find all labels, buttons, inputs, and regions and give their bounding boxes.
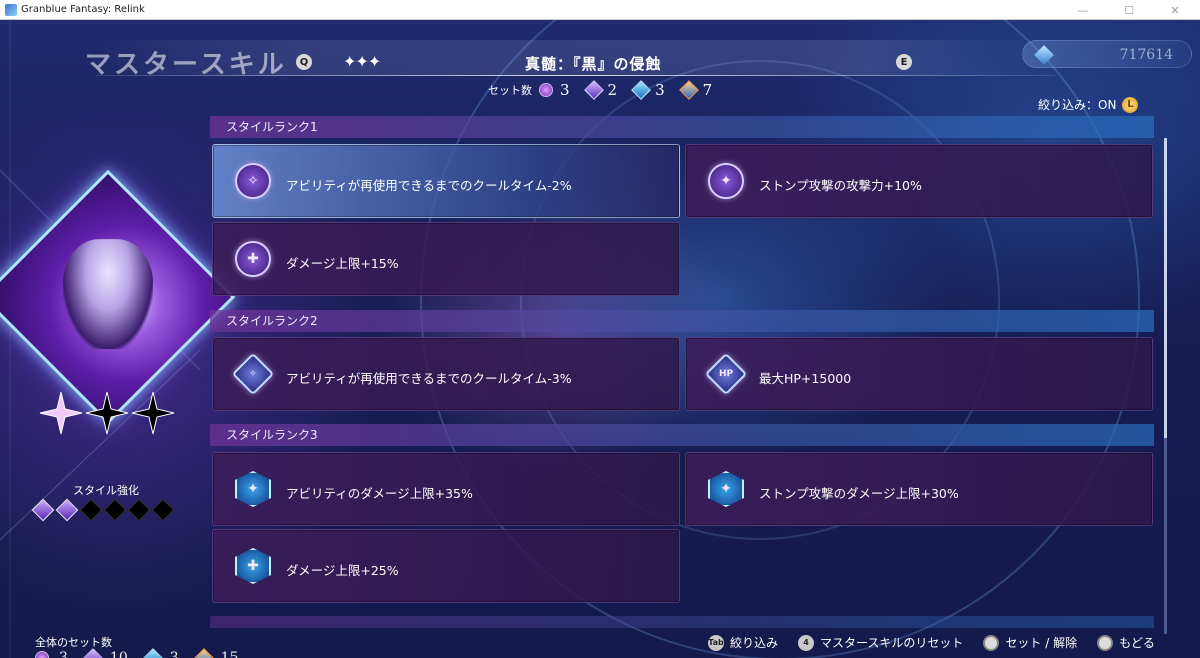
- rank-header: スタイルランク3: [210, 424, 1154, 446]
- filter-key-icon: L: [1122, 96, 1139, 113]
- damage-cap-icon: ✚: [233, 546, 273, 586]
- back-button-label: もどる: [1119, 636, 1155, 650]
- next-key-hint[interactable]: E: [896, 54, 912, 70]
- rank-header-partial: [210, 616, 1154, 628]
- filter-button[interactable]: Tab 絞り込み: [708, 634, 778, 651]
- blue-gem-icon: [631, 80, 651, 100]
- set-toggle-button[interactable]: セット / 解除: [983, 634, 1077, 651]
- reset-button[interactable]: 4 マスタースキルのリセット: [798, 634, 963, 651]
- key-4-icon: 4: [798, 634, 815, 651]
- scrollbar-thumb[interactable]: [1164, 138, 1167, 438]
- set-count-value: 3: [560, 81, 570, 99]
- damage-cap-icon: ✚: [233, 239, 273, 279]
- rank-header: スタイルランク2: [210, 310, 1154, 332]
- mouse-left-icon: [983, 634, 1000, 651]
- skill-card[interactable]: HP 最大HP+15000: [685, 337, 1153, 411]
- star-empty-icon: [131, 391, 175, 435]
- style-gem-icon: [55, 498, 79, 522]
- star-empty-icon: [85, 391, 129, 435]
- orb-icon: [539, 83, 553, 97]
- style-rank-stars: [38, 390, 176, 436]
- star-filled-icon: [39, 391, 83, 435]
- orb-icon: [35, 651, 49, 658]
- rank-header: スタイルランク1: [210, 116, 1154, 138]
- filter-button-label: 絞り込み: [730, 636, 779, 650]
- ability-damage-cap-icon: ✦: [233, 469, 273, 509]
- master-skill-name: 真髄：『黒』の侵蝕: [525, 55, 662, 73]
- skill-label: ダメージ上限+15%: [286, 256, 399, 271]
- skill-card[interactable]: ✚ ダメージ上限+25%: [212, 529, 680, 603]
- app-icon: [5, 3, 17, 16]
- skill-label: アビリティのダメージ上限+35%: [286, 486, 473, 501]
- skill-label: ストンプ攻撃の攻撃力+10%: [759, 178, 922, 193]
- stomp-attack-icon: ✦: [706, 161, 746, 201]
- page-title: マスタースキル: [85, 50, 287, 80]
- character-figure: [63, 239, 153, 350]
- set-count-value: 7: [702, 81, 713, 99]
- scrollbar[interactable]: [1164, 138, 1167, 634]
- mouse-right-icon: [1097, 634, 1114, 651]
- orange-gem-icon: [678, 80, 699, 100]
- set-count-value: 2: [607, 81, 618, 99]
- skill-card[interactable]: ✧ アビリティが再使用できるまでのクールタイム-2%: [212, 144, 680, 218]
- ability-cooldown-icon: ✧: [233, 161, 273, 201]
- set-count-value: 3: [655, 81, 665, 99]
- overall-value: 3: [169, 650, 179, 658]
- overall-value: 3: [59, 650, 68, 658]
- style-enhance-gems: [31, 498, 175, 522]
- set-count-label: セット数: [488, 84, 532, 97]
- skill-label: 最大HP+15000: [759, 371, 852, 386]
- orange-gem-icon: [193, 648, 214, 658]
- tab-key-icon: Tab: [708, 634, 724, 651]
- skill-card[interactable]: ✦ ストンプ攻撃の攻撃力+10%: [685, 144, 1153, 218]
- skill-card[interactable]: ✧ アビリティが再使用できるまでのクールタイム-3%: [212, 337, 680, 411]
- maximize-button[interactable]: ☐: [1106, 0, 1152, 20]
- footer-controls: Tab 絞り込み 4 マスタースキルのリセット セット / 解除 もどる: [708, 634, 1169, 651]
- prev-key-hint[interactable]: Q: [296, 54, 312, 70]
- overall-set-count-label: 全体のセット数: [35, 636, 112, 649]
- currency-display: 717614: [1022, 40, 1192, 68]
- skill-list[interactable]: スタイルランク1 ✧ アビリティが再使用できるまでのクールタイム-2% ✦ スト…: [210, 116, 1154, 628]
- reset-button-label: マスタースキルのリセット: [820, 636, 964, 650]
- set-count-row: セット数 3 2 3 7: [488, 80, 722, 100]
- skill-label: ダメージ上限+25%: [286, 563, 399, 578]
- currency-value: 717614: [1119, 47, 1173, 63]
- set-toggle-label: セット / 解除: [1005, 636, 1078, 650]
- style-gem-icon: [31, 498, 55, 522]
- close-button[interactable]: ✕: [1152, 0, 1198, 20]
- skill-label: アビリティが再使用できるまでのクールタイム-3%: [286, 371, 572, 386]
- stomp-damage-cap-icon: ✦: [706, 469, 746, 509]
- skill-label: アビリティが再使用できるまでのクールタイム-2%: [286, 178, 572, 193]
- purple-gem-icon: [83, 648, 103, 658]
- window-title: Granblue Fantasy: Relink: [21, 4, 145, 15]
- rarity-stars-icon: ✦✦✦: [343, 52, 381, 71]
- game-screen: マスタースキル Q ✦✦✦ 真髄：『黒』の侵蝕 E 717614 セット数 3 …: [0, 20, 1200, 658]
- style-enhance-label: スタイル強化: [73, 484, 139, 497]
- skill-card[interactable]: ✦ アビリティのダメージ上限+35%: [212, 452, 680, 526]
- overall-value: 10: [109, 650, 128, 658]
- overall-set-count-row: 3 10 3 15: [35, 648, 239, 658]
- skill-label: ストンプ攻撃のダメージ上限+30%: [759, 486, 959, 501]
- blue-gem-icon: [142, 648, 163, 658]
- overall-value: 15: [220, 650, 239, 658]
- crystal-icon: [1034, 45, 1054, 65]
- skill-card[interactable]: ✚ ダメージ上限+15%: [212, 222, 680, 296]
- skill-card[interactable]: ✦ ストンプ攻撃のダメージ上限+30%: [685, 452, 1153, 526]
- hp-icon: HP: [704, 352, 748, 396]
- filter-label: 絞り込み：ON: [1038, 98, 1117, 112]
- filter-status[interactable]: 絞り込み：ON L: [1038, 96, 1139, 113]
- window-titlebar: Granblue Fantasy: Relink — ☐ ✕: [0, 0, 1200, 20]
- style-gem-icon: [151, 498, 175, 522]
- ability-cooldown-icon: ✧: [231, 352, 275, 396]
- style-gem-icon: [127, 498, 151, 522]
- game-window: Granblue Fantasy: Relink — ☐ ✕ マスタースキル Q…: [0, 0, 1200, 658]
- back-button[interactable]: もどる: [1097, 634, 1155, 651]
- minimize-button[interactable]: —: [1060, 0, 1106, 20]
- purple-gem-icon: [583, 80, 604, 100]
- style-gem-icon: [79, 498, 103, 522]
- style-gem-icon: [103, 498, 127, 522]
